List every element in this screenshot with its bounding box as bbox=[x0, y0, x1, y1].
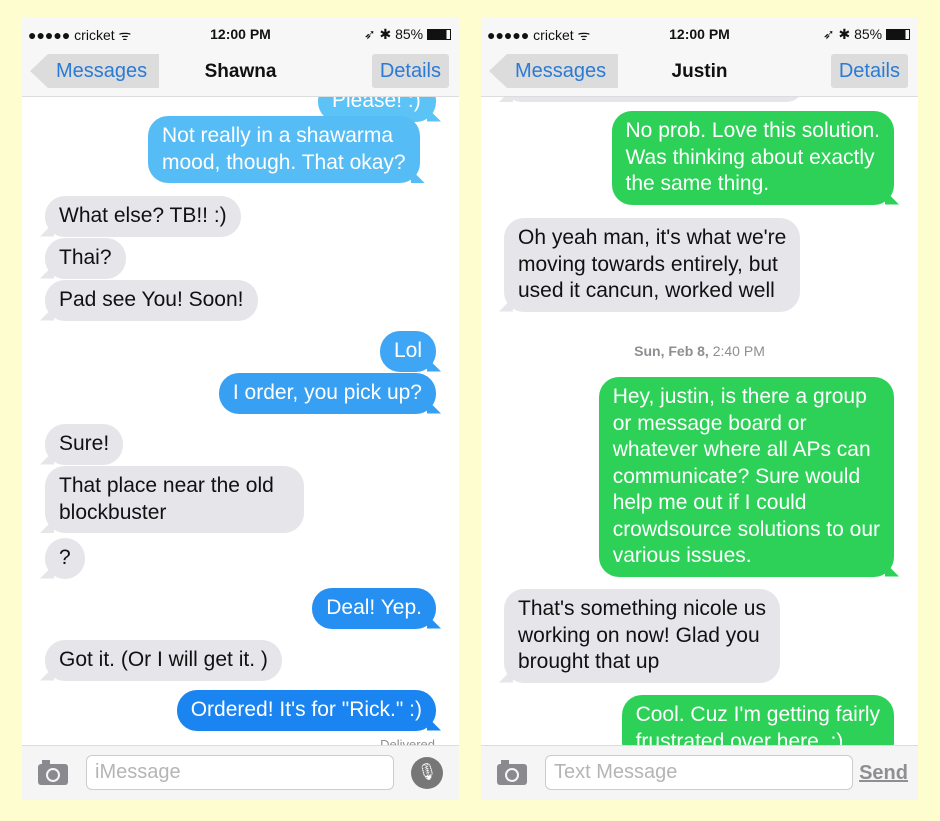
message-bubble-sent: Deal! Yep. bbox=[312, 588, 436, 629]
message-bubble-received-partial bbox=[504, 97, 804, 102]
microphone-icon[interactable]: 🎙 bbox=[411, 757, 443, 789]
timestamp-time: 2:40 PM bbox=[712, 343, 765, 359]
battery-percent: ➶ ✱ 85% bbox=[363, 26, 424, 42]
message-input[interactable]: iMessage bbox=[86, 755, 394, 790]
message-bubble-received: That's something nicole us working on no… bbox=[504, 589, 780, 683]
message-bubble-sent: Hey, justin, is there a group or message… bbox=[598, 377, 894, 577]
delivered-label: Delivered bbox=[380, 737, 435, 745]
camera-icon[interactable] bbox=[497, 760, 527, 785]
send-button[interactable]: Send bbox=[859, 762, 908, 785]
message-bubble-received: What else? TB!! :) bbox=[45, 196, 241, 237]
message-bubble-received: Oh yeah man, it's what we're moving towa… bbox=[504, 218, 801, 312]
message-bubble-received: Thai? bbox=[45, 238, 126, 279]
message-bubble-sent: I order, you pick up? bbox=[218, 373, 436, 414]
conversation[interactable]: Please! :) Not really in a shawarma mood… bbox=[22, 97, 459, 745]
camera-icon[interactable] bbox=[38, 760, 68, 785]
message-bubble-sent: Not really in a shawarma mood, though. T… bbox=[148, 116, 420, 183]
message-bubble-received: Pad see You! Soon! bbox=[45, 280, 258, 321]
nav-bar: Messages Justin Details bbox=[481, 48, 918, 97]
compose-bar: iMessage 🎙 bbox=[22, 745, 459, 800]
imessage-screen-shawna: ●●●●● cricket ᯤ 12:00 PM ➶ ✱ 85% Message… bbox=[22, 18, 459, 800]
conversation[interactable]: No prob. Love this solution. Was thinkin… bbox=[481, 97, 918, 745]
message-input[interactable]: Text Message bbox=[545, 755, 853, 790]
message-bubble-sent: Cool. Cuz I'm getting fairly frustrated … bbox=[621, 695, 894, 745]
battery-icon bbox=[886, 29, 910, 40]
imessage-screen-justin: ●●●●● cricket ᯤ 12:00 PM ➶ ✱ 85% Message… bbox=[481, 18, 918, 800]
status-bar: ●●●●● cricket ᯤ 12:00 PM ➶ ✱ 85% bbox=[481, 18, 918, 48]
message-bubble-sent: Lol bbox=[379, 331, 436, 372]
message-bubble-received: Got it. (Or I will get it. ) bbox=[45, 640, 282, 681]
timestamp-day: Sun, Feb 8, bbox=[634, 343, 709, 359]
timestamp: Sun, Feb 8, 2:40 PM bbox=[481, 343, 918, 359]
message-bubble-received: That place near the old blockbuster bbox=[45, 466, 304, 533]
message-bubble-received: ? bbox=[45, 538, 85, 579]
message-bubble-sent: Ordered! It's for "Rick." :) bbox=[176, 690, 436, 731]
compose-bar: Text Message Send bbox=[481, 745, 918, 800]
status-right: ➶ ✱ 85% bbox=[823, 26, 910, 43]
message-bubble-received: Sure! bbox=[45, 424, 124, 465]
status-bar: ●●●●● cricket ᯤ 12:00 PM ➶ ✱ 85% bbox=[22, 18, 459, 48]
details-button[interactable]: Details bbox=[371, 54, 449, 88]
status-right: ➶ ✱ 85% bbox=[364, 26, 451, 43]
nav-bar: Messages Shawna Details bbox=[22, 48, 459, 97]
details-button[interactable]: Details bbox=[830, 54, 908, 88]
message-bubble-sent: No prob. Love this solution. Was thinkin… bbox=[611, 111, 894, 205]
battery-percent: ➶ ✱ 85% bbox=[822, 26, 883, 42]
battery-icon bbox=[427, 29, 451, 40]
